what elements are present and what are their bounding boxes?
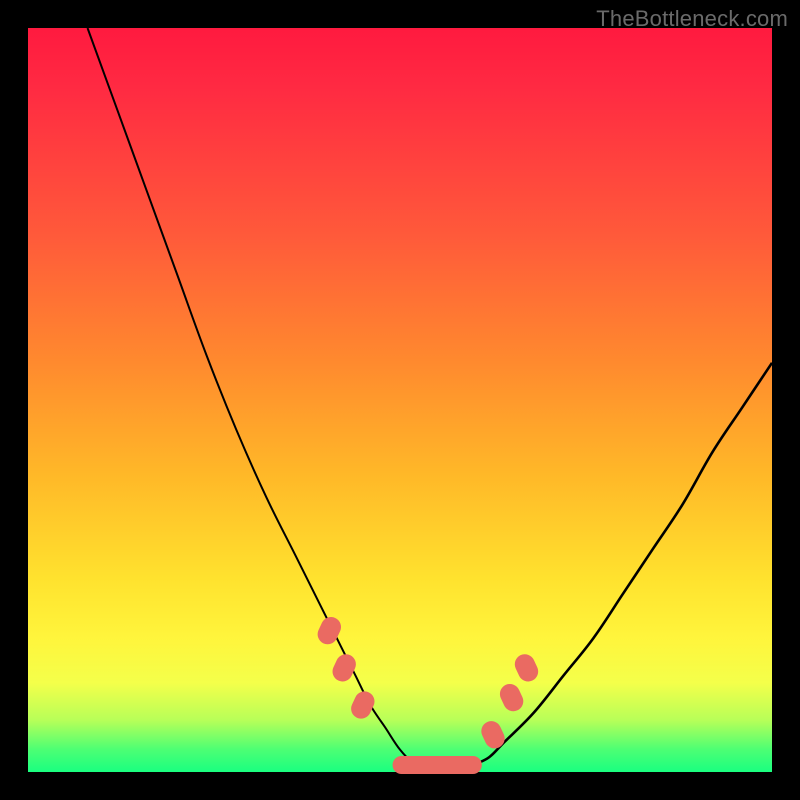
plot-area — [28, 28, 772, 772]
right-curve — [445, 363, 772, 773]
marker-dot — [478, 718, 508, 752]
marker-dot — [512, 651, 542, 685]
chart-frame: TheBottleneck.com — [0, 0, 800, 800]
plot-svg — [28, 28, 772, 772]
marker-dot — [497, 681, 527, 715]
marker-group — [314, 614, 541, 774]
marker-dot — [329, 651, 359, 685]
marker-pill — [393, 756, 482, 774]
left-curve — [88, 28, 445, 773]
marker-dot — [348, 688, 378, 722]
